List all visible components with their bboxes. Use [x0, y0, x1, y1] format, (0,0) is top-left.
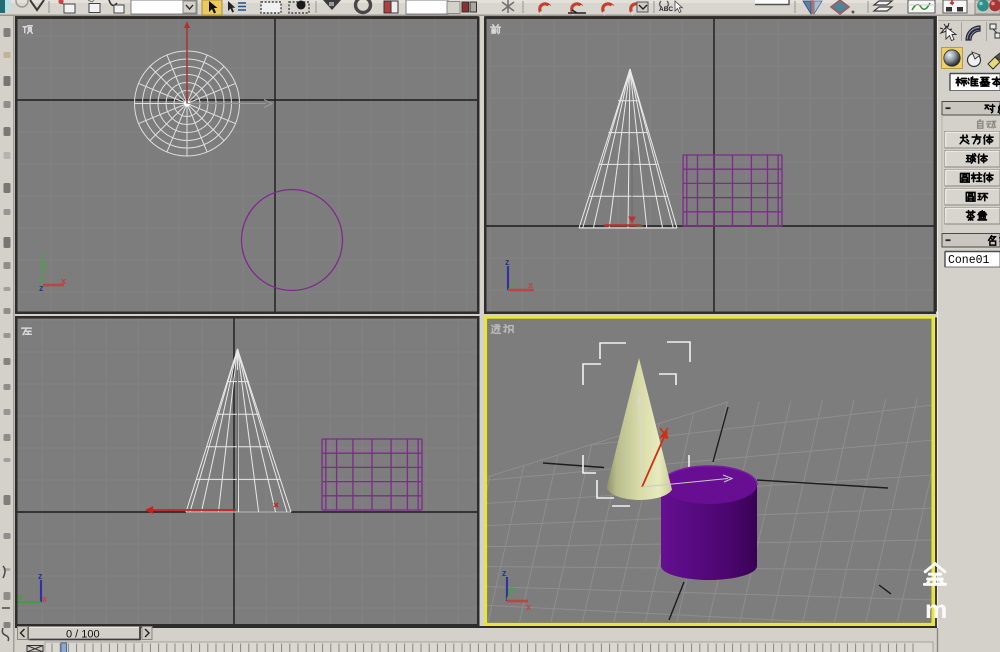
svg-text:y: y: [17, 592, 22, 602]
svg-text:z: z: [635, 386, 639, 395]
svg-text:x: x: [42, 594, 47, 604]
svg-text:y: y: [43, 259, 48, 269]
svg-text:x: x: [528, 280, 533, 290]
svg-text:m: m: [925, 596, 947, 624]
svg-text:z: z: [39, 283, 44, 293]
svg-text:z: z: [502, 568, 507, 578]
svg-text:x: x: [526, 602, 531, 612]
svg-text:y: y: [510, 584, 515, 594]
svg-text:x: x: [61, 276, 66, 286]
svg-text:z: z: [505, 257, 510, 267]
svg-text:0 / 100: 0 / 100: [66, 629, 100, 641]
svg-text:ABC: ABC: [659, 6, 673, 13]
svg-text:z: z: [38, 571, 43, 581]
svg-text:Cone01: Cone01: [948, 254, 990, 267]
